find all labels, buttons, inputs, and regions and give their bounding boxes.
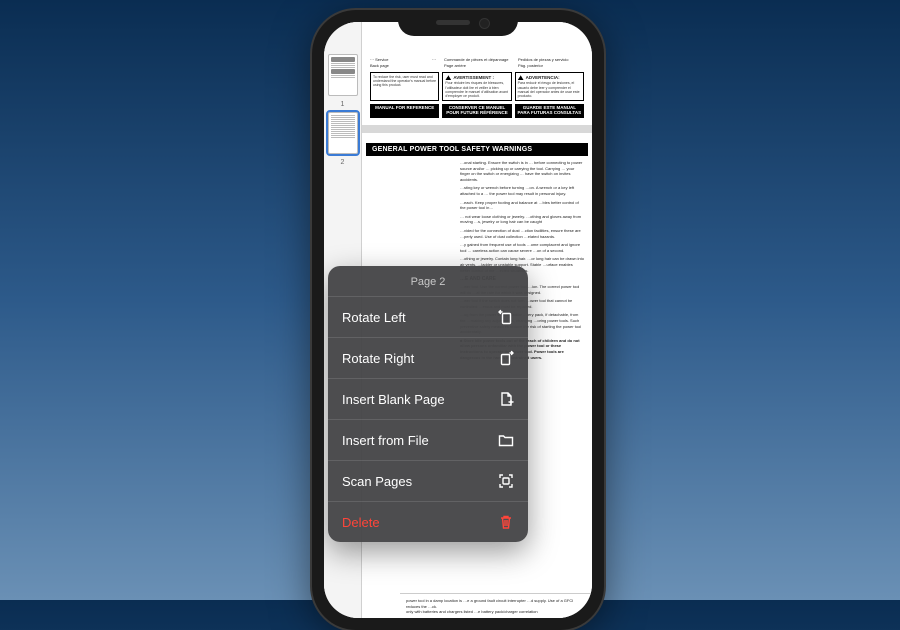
save-manual-bar-es: GUARDE ESTE MANUAL PARA FUTURAS CONSULTA… [515,104,584,118]
thumbnail-label: 2 [341,159,345,166]
folder-icon [498,432,514,448]
insert-blank-page-button[interactable]: Insert Blank Page [328,378,528,419]
pdf-editor-app: 1 2 ⋯ Service⋯ Back page [324,22,592,618]
scan-icon [498,473,514,489]
context-menu-title: Page 2 [328,266,528,296]
menu-item-label: Insert from File [342,433,429,448]
page-plus-icon [498,391,514,407]
rotate-left-icon [498,309,514,325]
thumbnail-page-2[interactable] [328,112,358,154]
phone-screen: 1 2 ⋯ Service⋯ Back page [324,22,592,618]
thumbnail-page-1[interactable] [328,54,358,96]
warning-triangle-icon [445,75,451,80]
section-heading: GENERAL POWER TOOL SAFETY WARNINGS [366,143,588,156]
rotate-left-button[interactable]: Rotate Left [328,296,528,337]
insert-from-file-button[interactable]: Insert from File [328,419,528,460]
warning-box-es: ADVERTENCIA: Para reducir el riesgo de l… [515,72,584,101]
trash-icon [498,514,514,530]
menu-item-label: Rotate Right [342,351,414,366]
menu-item-label: Rotate Left [342,310,406,325]
delete-button[interactable]: Delete [328,501,528,542]
scan-pages-button[interactable]: Scan Pages [328,460,528,501]
menu-item-label: Scan Pages [342,474,412,489]
iphone-notch [398,10,518,36]
menu-item-label: Delete [342,515,380,530]
toc-entry: Page arrière [444,63,466,68]
document-bottom-cutoff: power tool in a damp location is …e a gr… [400,593,592,618]
menu-item-label: Insert Blank Page [342,392,445,407]
toc-entry: Back page [370,63,389,68]
document-page-1-bottom: ⋯ Service⋯ Back page Commande de pièces … [362,52,592,125]
page-context-menu: Page 2 Rotate Left Rotate Right Insert B… [328,266,528,542]
toc-entry: Commande de pièces et dépannage [444,57,509,62]
warning-box-fr: AVERTISSEMENT : Pour réduire les risques… [442,72,511,101]
warning-box-en: To reduce the risk, user must read and u… [370,72,439,101]
iphone-frame: 1 2 ⋯ Service⋯ Back page [312,10,604,630]
thumbnail-label: 1 [341,101,345,108]
warning-triangle-icon [518,75,524,80]
save-manual-bar-en: MANUAL FOR REFERENCE [370,104,439,118]
rotate-right-icon [498,350,514,366]
toc-entry: Pág. posterior [518,63,543,68]
rotate-right-button[interactable]: Rotate Right [328,337,528,378]
save-manual-bar-fr: CONSERVER CE MANUEL POUR FUTURE RÉFÉRENC… [442,104,511,118]
toc-entry: Pedidos de piezas y servicio [518,57,568,62]
